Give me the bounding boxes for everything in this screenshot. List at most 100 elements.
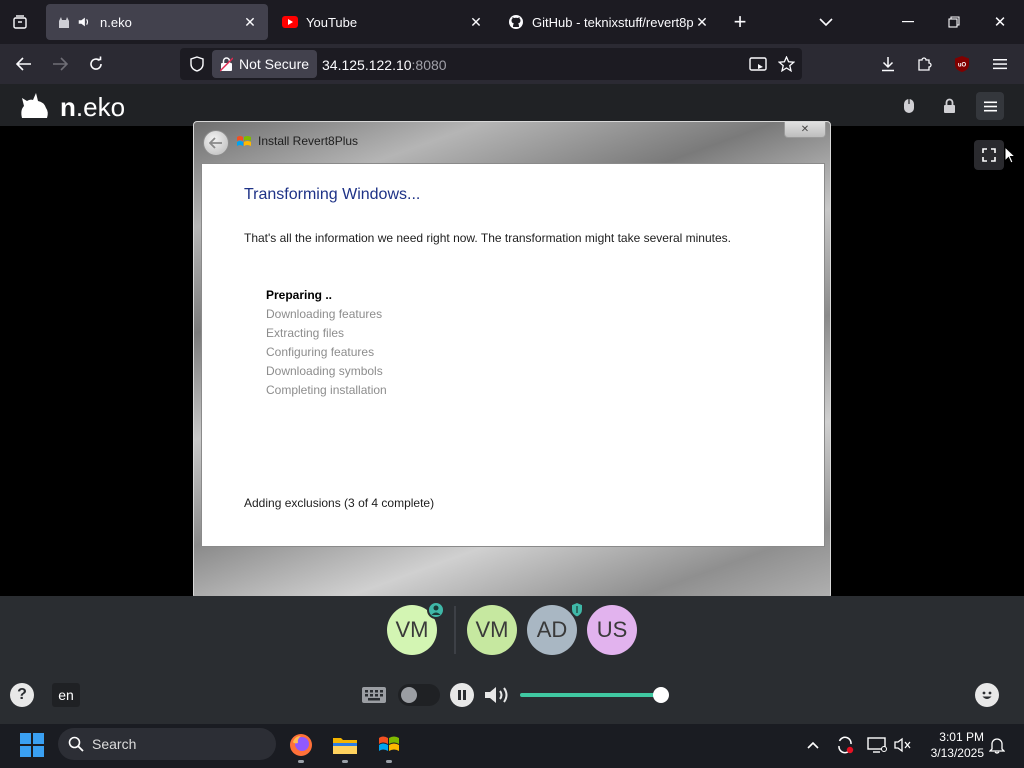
mouse-icon[interactable] <box>900 96 918 116</box>
app-running-indicator <box>342 760 348 763</box>
dialog-content: Transforming Windows... That's all the i… <box>201 163 825 547</box>
search-placeholder: Search <box>92 736 137 752</box>
update-sync-icon[interactable] <box>834 734 856 756</box>
speaker-icon[interactable] <box>76 14 92 30</box>
back-arrow-icon[interactable] <box>12 52 36 76</box>
windows-start-icon[interactable] <box>20 733 44 757</box>
dialog-title: Install Revert8Plus <box>258 134 359 148</box>
revert8plus-icon[interactable] <box>376 732 402 758</box>
logo-rest: .eko <box>75 92 126 122</box>
neko-header <box>0 84 1024 126</box>
toggle-knob <box>401 687 417 703</box>
neko-tab-icon <box>56 14 72 30</box>
tab-youtube[interactable]: YouTube ✕ <box>272 4 494 40</box>
ublock-origin-icon[interactable]: uO <box>950 52 974 76</box>
display-icon[interactable] <box>866 734 888 756</box>
neko-cat-logo-icon <box>18 90 52 120</box>
emoji-icon[interactable] <box>975 683 999 707</box>
step-downloading-features: Downloading features <box>266 307 383 321</box>
screen: n.eko ✕ YouTube ✕ GitHub - teknixstuff/r… <box>0 0 1024 768</box>
keyboard-icon[interactable] <box>360 684 388 706</box>
tab-github[interactable]: GitHub - teknixstuff/revert8plus ✕ <box>498 4 720 40</box>
close-icon[interactable]: ✕ <box>694 14 710 31</box>
volume-slider-handle[interactable] <box>653 687 669 703</box>
browser-tab-bar: n.eko ✕ YouTube ✕ GitHub - teknixstuff/r… <box>0 0 1024 44</box>
app-running-indicator <box>386 760 392 763</box>
logo-bold: n <box>60 92 76 122</box>
dialog-status-text: Adding exclusions (3 of 4 complete) <box>244 496 435 510</box>
minimize-icon[interactable] <box>896 10 920 34</box>
volume-icon[interactable] <box>482 683 514 707</box>
volume-slider-track[interactable] <box>520 693 662 697</box>
member-initials: US <box>596 617 628 642</box>
tab-title: GitHub - teknixstuff/revert8plus <box>532 14 694 30</box>
window-close-icon[interactable]: ✕ <box>988 10 1012 34</box>
lock-slash-icon <box>220 56 233 72</box>
dialog-close-icon[interactable]: ✕ <box>784 122 826 138</box>
notification-bell-icon[interactable] <box>986 734 1008 756</box>
security-label: Not Secure <box>239 56 310 72</box>
svg-text:uO: uO <box>958 63 967 69</box>
restore-icon[interactable] <box>942 10 966 34</box>
pause-icon[interactable] <box>450 683 474 707</box>
members-divider <box>454 606 456 654</box>
file-explorer-icon[interactable] <box>332 732 358 758</box>
shield-icon[interactable] <box>186 52 208 76</box>
dialog-info-text: That's all the information we need right… <box>244 231 731 245</box>
member-initials: AD <box>536 617 568 642</box>
help-button[interactable]: ? <box>10 683 34 707</box>
tab-neko[interactable]: n.eko ✕ <box>46 4 268 40</box>
volume-muted-icon[interactable] <box>892 734 914 756</box>
tab-title: n.eko <box>100 14 132 30</box>
browser-nav-bar <box>0 44 1024 84</box>
step-preparing: Preparing .. <box>266 288 333 302</box>
clock-time: 3:01 PM <box>939 730 984 744</box>
not-secure-badge[interactable]: Not Secure <box>212 50 318 78</box>
step-completing-installation: Completing installation <box>266 383 387 397</box>
extensions-icon[interactable] <box>912 52 936 76</box>
github-icon <box>508 14 524 30</box>
fullscreen-icon[interactable] <box>974 140 1004 170</box>
url-host: 34.125.122.10 <box>322 57 412 73</box>
tab-overview-icon[interactable] <box>10 12 30 32</box>
step-downloading-symbols: Downloading symbols <box>266 364 383 378</box>
new-tab-icon[interactable]: + <box>728 9 752 34</box>
list-tabs-chevron-icon[interactable] <box>814 10 838 34</box>
app-running-indicator <box>298 760 304 763</box>
install-steps: Preparing .. Downloading features Extrac… <box>266 286 387 400</box>
member-initials: VM <box>395 617 429 642</box>
user-badge-icon <box>427 601 445 619</box>
member-avatar[interactable]: VM <box>467 605 517 655</box>
lock-icon[interactable] <box>940 96 958 116</box>
step-extracting-files: Extracting files <box>266 326 345 340</box>
url-port: :8080 <box>411 57 447 73</box>
search-icon <box>68 736 84 752</box>
admin-shield-icon <box>569 600 585 624</box>
step-configuring-features: Configuring features <box>266 345 375 359</box>
close-icon[interactable]: ✕ <box>468 14 484 31</box>
app-menu-icon[interactable] <box>988 52 1012 76</box>
reader-view-icon[interactable] <box>746 52 770 76</box>
neko-menu-icon[interactable] <box>976 92 1004 120</box>
forward-arrow-icon[interactable] <box>48 52 72 76</box>
firefox-icon[interactable] <box>288 732 314 758</box>
close-icon[interactable]: ✕ <box>242 14 258 31</box>
member-initials: VM <box>475 617 509 642</box>
taskbar-clock[interactable]: 3:01 PM 3/13/2025 <box>922 729 984 761</box>
taskbar-search-box[interactable]: Search <box>58 728 276 760</box>
chevron-up-icon[interactable] <box>804 736 822 754</box>
url-text[interactable]: 34.125.122.10:8080 <box>322 57 447 73</box>
control-toggle[interactable] <box>398 684 440 706</box>
keyboard-language[interactable]: en <box>52 683 80 707</box>
dialog-back-icon[interactable] <box>203 130 229 156</box>
downloads-icon[interactable] <box>876 52 900 76</box>
member-avatar[interactable]: US <box>587 605 637 655</box>
youtube-icon <box>282 14 298 30</box>
dialog-heading: Transforming Windows... <box>244 186 421 203</box>
mouse-cursor-icon <box>1004 145 1017 169</box>
tab-title: YouTube <box>306 14 358 30</box>
bookmark-star-icon[interactable] <box>774 52 798 76</box>
reload-icon[interactable] <box>84 52 108 76</box>
installer-window: ✕ Install Revert8Plus Transforming Windo… <box>193 121 831 599</box>
clock-date: 3/13/2025 <box>930 746 984 760</box>
